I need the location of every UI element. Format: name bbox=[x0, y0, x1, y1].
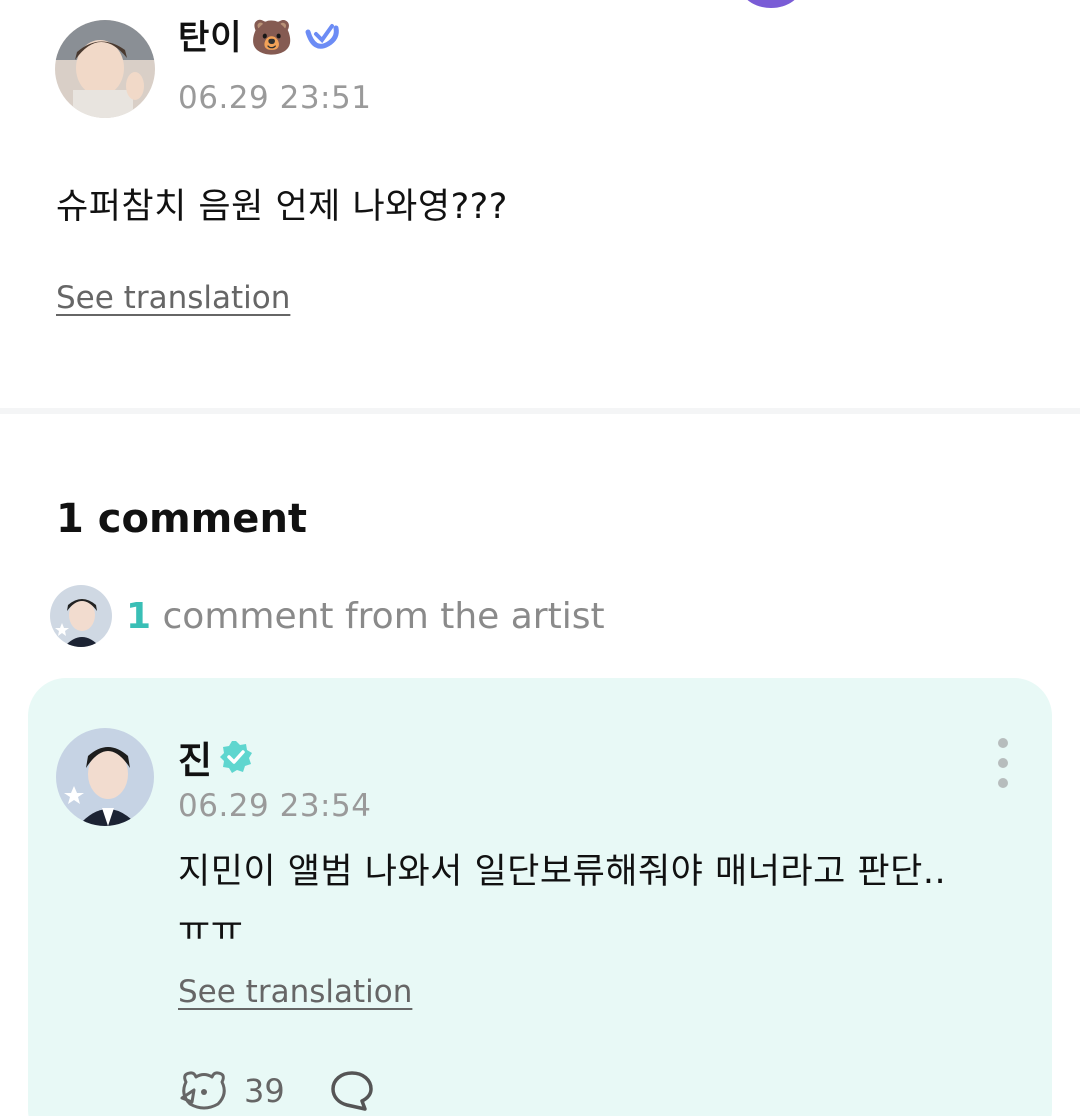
like-bear-icon bbox=[180, 1071, 226, 1110]
comments-count-heading: 1 comment bbox=[56, 496, 308, 542]
post: 탄이 🐻 06.29 23:51 슈퍼참치 음원 언제 나와영??? See t… bbox=[0, 0, 1080, 410]
comment-text-line-1: 지민이 앨범 나와서 일단보류해줘야 매너라고 판단.. bbox=[178, 852, 947, 892]
artist-mini-avatar bbox=[50, 585, 112, 647]
like-button[interactable] bbox=[178, 1068, 230, 1114]
more-dot-icon bbox=[998, 758, 1008, 768]
comment-actions: 39 bbox=[178, 1068, 375, 1114]
section-divider bbox=[0, 408, 1080, 414]
artist-comment-number: 1 bbox=[126, 595, 152, 637]
artist-verified-badge-icon bbox=[220, 741, 253, 773]
comment-text-line-2: ㅠㅠ bbox=[178, 910, 244, 950]
post-text: 슈퍼참치 음원 언제 나와영??? bbox=[56, 187, 508, 227]
comment-timestamp: 06.29 23:54 bbox=[178, 788, 372, 824]
post-timestamp: 06.29 23:51 bbox=[178, 80, 372, 116]
verified-fan-icon bbox=[305, 24, 339, 49]
post-author-avatar[interactable] bbox=[55, 20, 155, 118]
comment-see-translation-link[interactable]: See translation bbox=[178, 974, 412, 1010]
comment-author-avatar[interactable] bbox=[56, 728, 154, 826]
post-author-name[interactable]: 탄이 bbox=[178, 18, 243, 58]
reply-button[interactable] bbox=[329, 1069, 375, 1113]
bear-emoji: 🐻 bbox=[250, 18, 294, 58]
more-dot-icon bbox=[998, 738, 1008, 748]
comment-author-name[interactable]: 진 bbox=[178, 730, 212, 784]
like-count: 39 bbox=[244, 1072, 285, 1110]
artist-comment-count: 1 comment from the artist bbox=[126, 596, 605, 637]
speech-bubble-icon bbox=[330, 1071, 373, 1111]
more-options-button[interactable] bbox=[988, 738, 1018, 788]
more-dot-icon bbox=[998, 778, 1008, 788]
artist-comment-filter[interactable]: 1 comment from the artist bbox=[50, 585, 605, 647]
artist-comment-card: 진 06.29 23:54 지민이 앨범 나와서 일단보류해줘야 매너라고 판단… bbox=[28, 678, 1052, 1116]
post-see-translation-link[interactable]: See translation bbox=[56, 280, 290, 316]
artist-comment-label: comment from the artist bbox=[162, 595, 605, 637]
comment-text: 지민이 앨범 나와서 일단보류해줘야 매너라고 판단.. ㅠㅠ bbox=[178, 843, 1038, 959]
